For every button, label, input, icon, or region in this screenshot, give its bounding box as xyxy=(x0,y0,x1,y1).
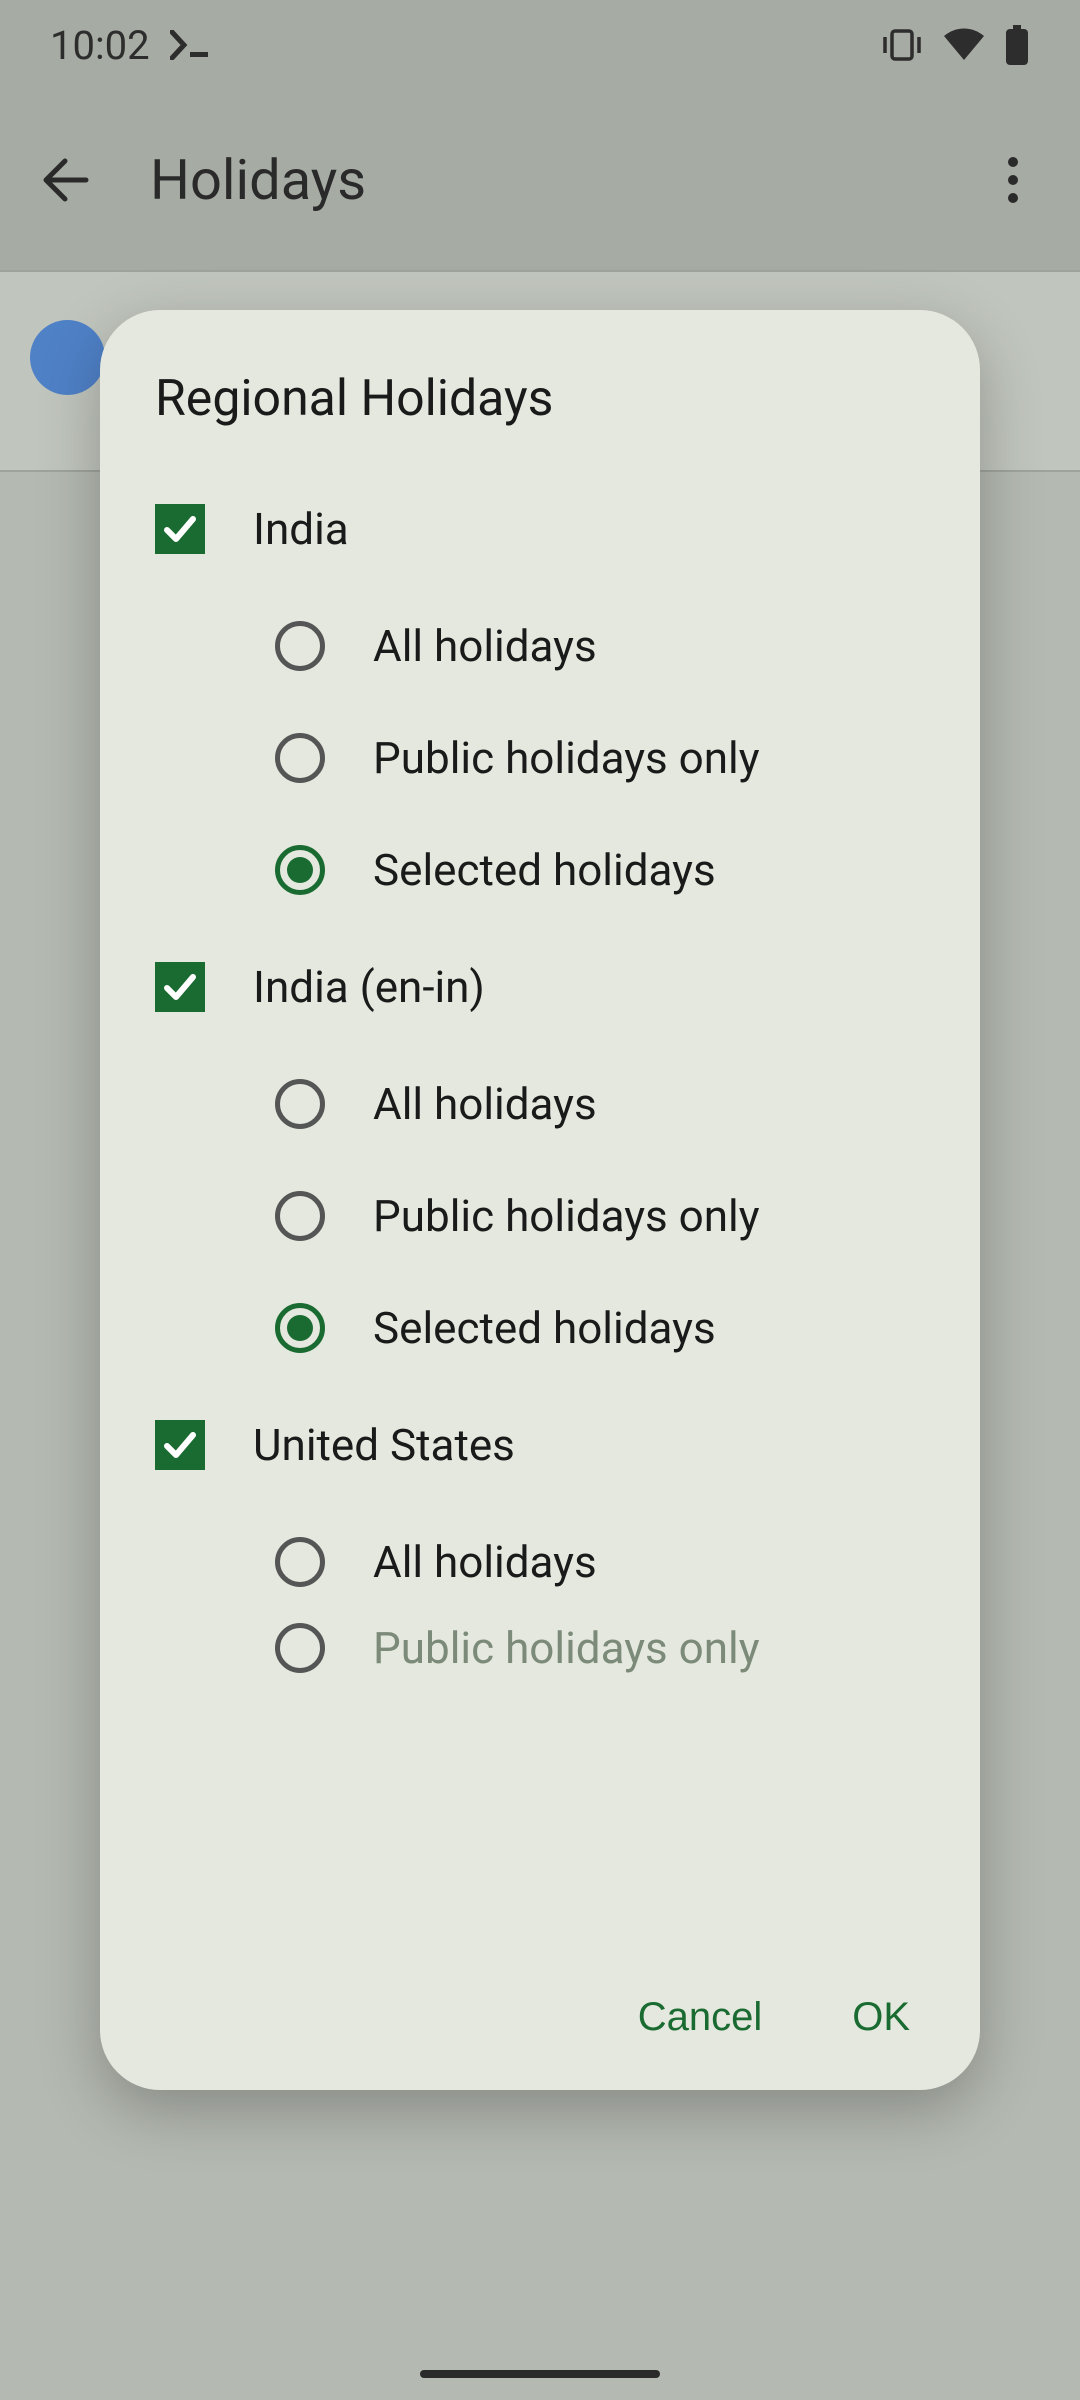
radio-india-enin-selected[interactable]: Selected holidays xyxy=(100,1272,980,1384)
vibrate-icon xyxy=(880,27,924,63)
regional-holidays-dialog: Regional Holidays India All holidays Pub… xyxy=(100,310,980,2090)
radio-us-public[interactable]: Public holidays only xyxy=(100,1618,980,1678)
radio-checked-icon[interactable] xyxy=(275,1303,325,1353)
radio-label: Selected holidays xyxy=(373,1302,716,1354)
region-label: India xyxy=(253,503,349,555)
status-left: 10:02 xyxy=(50,22,220,69)
radio-label: All holidays xyxy=(373,1536,597,1588)
radio-us-all[interactable]: All holidays xyxy=(100,1506,980,1618)
battery-icon xyxy=(1004,25,1030,65)
dialog-title: Regional Holidays xyxy=(100,310,980,468)
radio-checked-icon[interactable] xyxy=(275,845,325,895)
radio-india-selected[interactable]: Selected holidays xyxy=(100,814,980,926)
radio-unchecked-icon[interactable] xyxy=(275,1079,325,1129)
checkbox-checked-icon[interactable] xyxy=(155,1420,205,1470)
back-arrow-icon[interactable] xyxy=(40,155,90,205)
wifi-icon xyxy=(942,28,986,62)
radio-unchecked-icon[interactable] xyxy=(275,621,325,671)
region-india[interactable]: India xyxy=(100,468,980,590)
status-right xyxy=(880,25,1030,65)
calendar-color-dot xyxy=(30,320,105,395)
dialog-actions: Cancel OK xyxy=(100,1950,980,2090)
cancel-button[interactable]: Cancel xyxy=(638,1995,763,2040)
region-india-en-in[interactable]: India (en-in) xyxy=(100,926,980,1048)
radio-india-all[interactable]: All holidays xyxy=(100,590,980,702)
radio-label: All holidays xyxy=(373,620,597,672)
region-united-states[interactable]: United States xyxy=(100,1384,980,1506)
more-options-icon[interactable] xyxy=(1008,157,1020,203)
terminal-prompt-icon xyxy=(170,30,220,60)
status-bar: 10:02 xyxy=(0,0,1080,90)
radio-unchecked-icon[interactable] xyxy=(275,1537,325,1587)
radio-india-enin-all[interactable]: All holidays xyxy=(100,1048,980,1160)
region-label: India (en-in) xyxy=(253,961,485,1013)
page-title: Holidays xyxy=(150,147,948,213)
checkbox-checked-icon[interactable] xyxy=(155,504,205,554)
region-label: United States xyxy=(253,1419,515,1471)
app-bar: Holidays xyxy=(0,90,1080,270)
ok-button[interactable]: OK xyxy=(852,1995,910,2040)
radio-unchecked-icon[interactable] xyxy=(275,1191,325,1241)
dialog-body[interactable]: India All holidays Public holidays only … xyxy=(100,468,980,1950)
radio-label: All holidays xyxy=(373,1078,597,1130)
checkbox-checked-icon[interactable] xyxy=(155,962,205,1012)
radio-label: Public holidays only xyxy=(373,1622,760,1674)
radio-label: Public holidays only xyxy=(373,1190,760,1242)
gesture-nav-handle[interactable] xyxy=(420,2370,660,2378)
radio-label: Selected holidays xyxy=(373,844,716,896)
radio-india-enin-public[interactable]: Public holidays only xyxy=(100,1160,980,1272)
radio-label: Public holidays only xyxy=(373,732,760,784)
radio-india-public[interactable]: Public holidays only xyxy=(100,702,980,814)
radio-unchecked-icon[interactable] xyxy=(275,1623,325,1673)
status-time: 10:02 xyxy=(50,22,150,69)
radio-unchecked-icon[interactable] xyxy=(275,733,325,783)
